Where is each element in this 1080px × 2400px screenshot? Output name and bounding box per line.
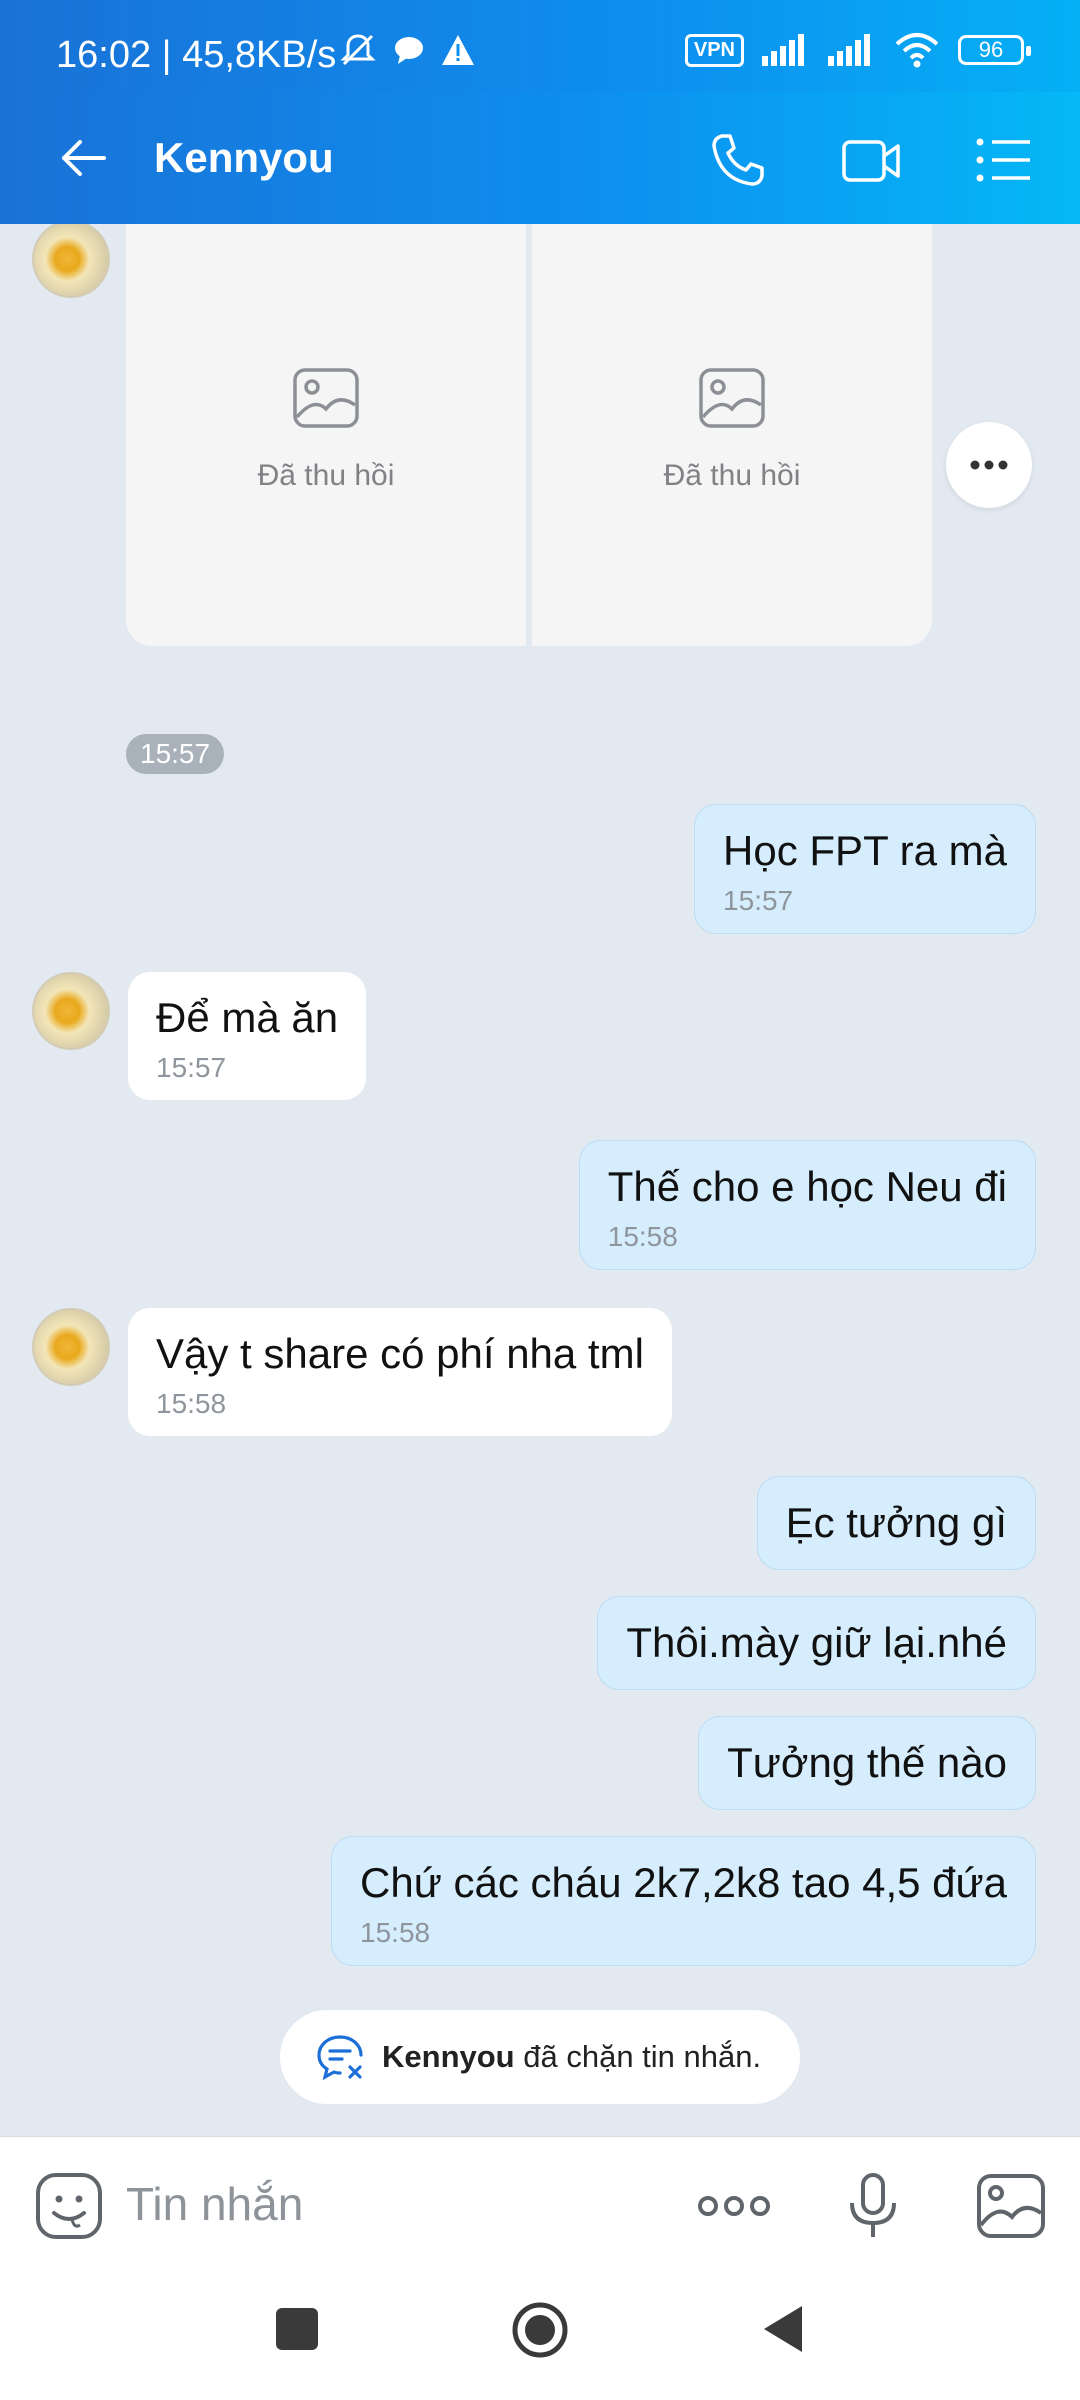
message-bubble[interactable]: Chứ các cháu 2k7,2k8 tao 4,5 đứa 15:58 [331, 1836, 1036, 1966]
microphone-icon[interactable] [838, 2171, 908, 2241]
message-bubble[interactable]: Tưởng thế nào [698, 1716, 1036, 1810]
recalled-image-1[interactable]: Đã thu hồi [126, 224, 526, 646]
battery-icon: 96 [958, 35, 1031, 65]
message-text: Thế cho e học Neu đi [607, 1163, 1007, 1210]
vpn-badge: VPN [684, 33, 744, 67]
message-text: Chứ các cháu 2k7,2k8 tao 4,5 đứa [360, 1859, 1007, 1906]
sticker-icon[interactable] [34, 2171, 104, 2241]
avatar[interactable] [32, 1308, 110, 1386]
chat-bubble-icon [395, 37, 423, 64]
message-text: Thôi.mày giữ lại.nhé [626, 1619, 1007, 1666]
recalled-time: 15:57 [126, 734, 225, 774]
video-call-icon[interactable] [840, 128, 904, 192]
image-gallery-icon[interactable] [976, 2171, 1046, 2241]
status-notification-icons [338, 30, 476, 70]
more-actions-icon[interactable] [696, 2171, 772, 2241]
back-nav-icon[interactable] [760, 2302, 806, 2356]
image-placeholder-icon [293, 368, 359, 428]
message-bubble[interactable]: Ẹc tưởng gì [756, 1476, 1036, 1570]
message-bubble[interactable]: Thôi.mày giữ lại.nhé [597, 1596, 1036, 1690]
recalled-label: Đã thu hồi [663, 459, 801, 492]
back-arrow-icon[interactable] [54, 128, 114, 188]
message-bubble[interactable]: Học FPT ra mà 15:57 [694, 804, 1036, 934]
muted-bell-icon [340, 34, 376, 66]
chat-title[interactable]: Kennyou [154, 134, 334, 182]
message-time: 15:57 [723, 885, 794, 916]
chat-blocked-icon [317, 2035, 363, 2081]
message-list[interactable]: Đã thu hồi Đã thu hồi 15:57 Học FPT ra m… [0, 224, 1080, 2136]
more-options-button[interactable] [946, 422, 1032, 508]
message-bubble[interactable]: Thế cho e học Neu đi 15:58 [578, 1140, 1036, 1270]
phone-call-icon[interactable] [706, 128, 770, 192]
wifi-icon [895, 33, 939, 68]
warning-icon [442, 35, 474, 65]
recalled-label: Đã thu hồi [257, 459, 395, 492]
recalled-images: Đã thu hồi Đã thu hồi [126, 224, 932, 646]
home-icon[interactable] [510, 2300, 570, 2360]
message-time: 15:58 [607, 1221, 678, 1252]
recent-apps-icon[interactable] [274, 2306, 320, 2352]
system-nav-bar [0, 2272, 1080, 2400]
message-time: 15:58 [156, 1388, 227, 1419]
message-text: Tưởng thế nào [727, 1739, 1007, 1786]
signal-icon-1 [762, 34, 804, 66]
message-text: Học FPT ra mà [723, 827, 1007, 874]
menu-list-icon[interactable] [972, 128, 1036, 192]
message-input-bar: Tin nhắn [0, 2136, 1080, 2272]
message-time: 15:58 [360, 1917, 431, 1948]
message-time: 15:57 [156, 1052, 227, 1083]
message-input[interactable]: Tin nhắn [126, 2177, 303, 2231]
recalled-image-2[interactable]: Đã thu hồi [532, 224, 932, 646]
message-bubble[interactable]: Vậy t share có phí nha tml 15:58 [128, 1308, 672, 1436]
message-text: Ẹc tưởng gì [785, 1499, 1007, 1546]
message-bubble[interactable]: Để mà ăn 15:57 [128, 972, 367, 1100]
status-right-icons: VPN 96 [684, 32, 1031, 68]
status-time: 16:02 | 45,8KB/s [56, 34, 337, 76]
avatar[interactable] [32, 972, 110, 1050]
chat-header: Kennyou [0, 92, 1080, 224]
image-placeholder-icon [699, 368, 765, 428]
blocked-message: đã chặn tin nhắn. [523, 2039, 762, 2074]
more-dots-icon [970, 460, 1008, 470]
message-text: Để mà ăn [156, 994, 339, 1041]
blocked-text: Kennyou đã chặn tin nhắn. [382, 2039, 761, 2075]
avatar[interactable] [32, 224, 110, 298]
blocked-notice: Kennyou đã chặn tin nhắn. [280, 2010, 800, 2104]
message-text: Vậy t share có phí nha tml [156, 1330, 644, 1377]
battery-level: 96 [978, 37, 1004, 62]
blocked-name: Kennyou [382, 2039, 515, 2074]
status-bar: 16:02 | 45,8KB/s VPN 96 [0, 0, 1080, 92]
signal-icon-2 [828, 34, 870, 66]
